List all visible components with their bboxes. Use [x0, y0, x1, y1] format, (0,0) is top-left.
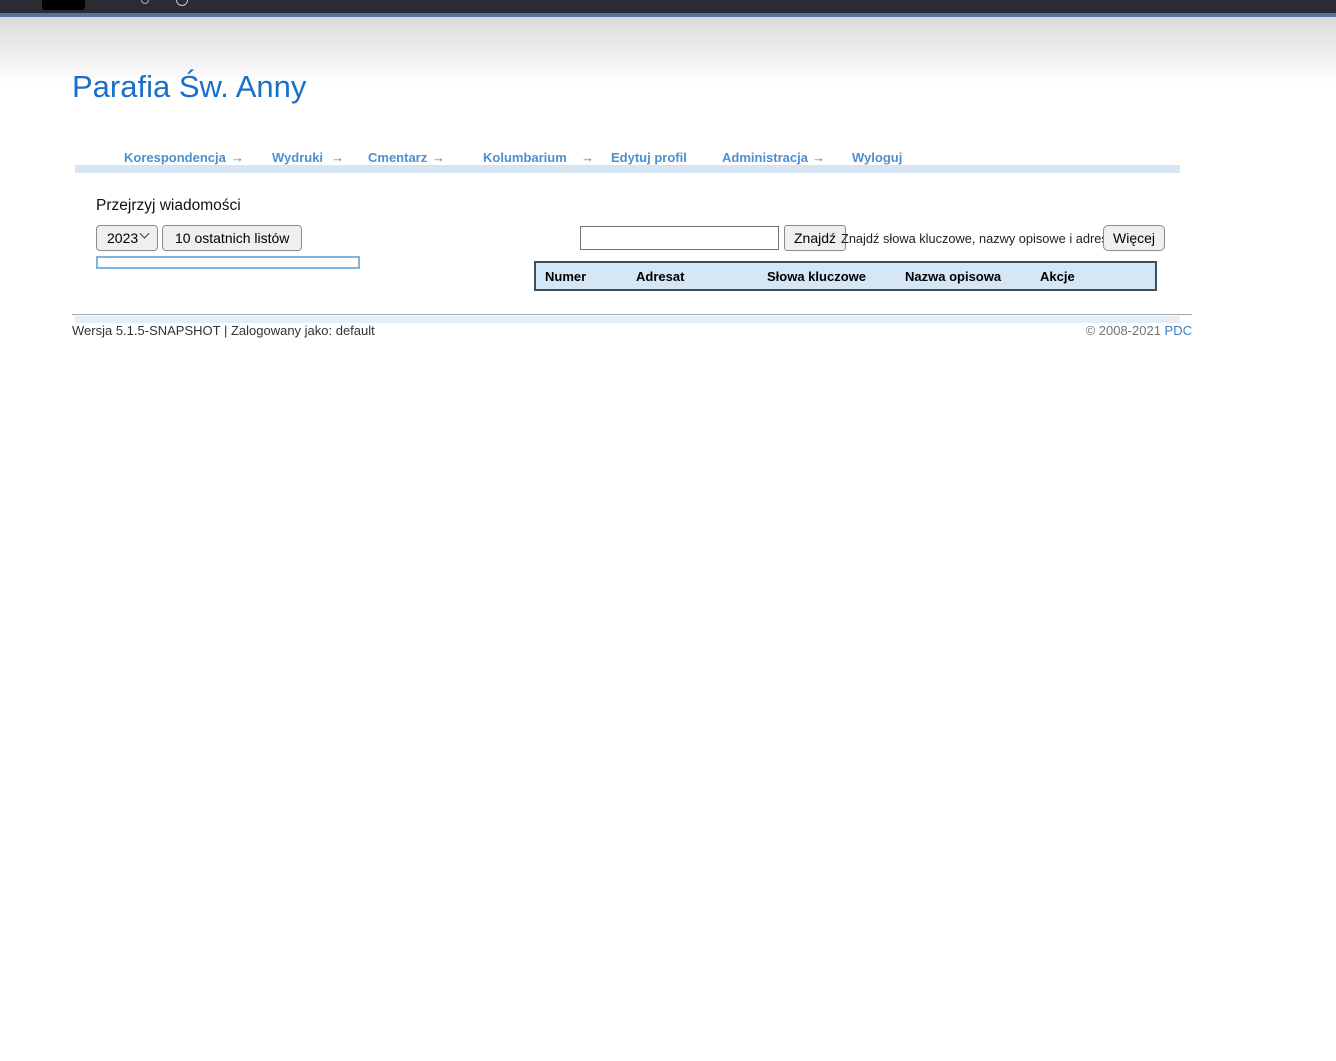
- search-input[interactable]: [580, 226, 779, 250]
- page-container: Parafia Św. Anny Korespondencja → Wydruk…: [72, 17, 1192, 1017]
- messages-table-header: Numer Adresat Słowa kluczowe Nazwa opiso…: [534, 261, 1157, 291]
- browser-reload-icon: [141, 0, 149, 4]
- nav-item-wyloguj[interactable]: Wyloguj: [852, 150, 902, 165]
- submenu-arrow-icon: →: [231, 150, 244, 165]
- submenu-arrow-icon: →: [812, 150, 825, 165]
- browser-globe-icon: [176, 0, 188, 6]
- column-header-numer: Numer: [536, 269, 627, 284]
- column-header-nazwa-opisowa: Nazwa opisowa: [896, 269, 1031, 284]
- column-header-akcje: Akcje: [1031, 269, 1155, 284]
- column-header-adresat: Adresat: [627, 269, 758, 284]
- submenu-arrow-icon: →: [581, 150, 594, 165]
- copyright-years: © 2008-2021: [1086, 323, 1161, 338]
- submenu-arrow-icon: →: [331, 150, 344, 165]
- recent-letters-button[interactable]: 10 ostatnich listów: [162, 225, 302, 251]
- search-hint: Znajdź słowa kluczowe, nazwy opisowe i a…: [841, 231, 1114, 246]
- nav-item-administracja[interactable]: Administracja: [722, 150, 808, 165]
- year-select-value: 2023: [107, 230, 138, 246]
- empty-results-panel: [96, 256, 360, 269]
- nav-item-edytuj-profil[interactable]: Edytuj profil: [611, 150, 687, 165]
- browser-tab-stub: [42, 0, 85, 10]
- footer-divider: [72, 314, 1192, 315]
- more-button[interactable]: Więcej: [1103, 225, 1165, 251]
- nav-item-cmentarz[interactable]: Cmentarz: [368, 150, 427, 165]
- page-title: Parafia Św. Anny: [72, 69, 306, 105]
- nav-underline-bar: [75, 165, 1180, 173]
- nav-item-korespondencja[interactable]: Korespondencja: [124, 150, 226, 165]
- submenu-arrow-icon: →: [432, 150, 445, 165]
- pdc-link[interactable]: PDC: [1165, 323, 1192, 338]
- find-button[interactable]: Znajdź: [784, 225, 846, 251]
- browser-chrome-bar: [0, 0, 1336, 13]
- section-heading: Przejrzyj wiadomości: [96, 197, 241, 215]
- chevron-down-icon: [140, 229, 150, 239]
- nav-item-wydruki[interactable]: Wydruki: [272, 150, 323, 165]
- copyright-text: © 2008-2021 PDC: [1086, 323, 1192, 338]
- version-status-text: Wersja 5.1.5-SNAPSHOT | Zalogowany jako:…: [72, 323, 375, 338]
- column-header-slowa-kluczowe: Słowa kluczowe: [758, 269, 896, 284]
- nav-item-kolumbarium[interactable]: Kolumbarium: [483, 150, 567, 165]
- footer-highlight-bar: [75, 316, 1180, 323]
- year-select[interactable]: 2023: [96, 225, 158, 251]
